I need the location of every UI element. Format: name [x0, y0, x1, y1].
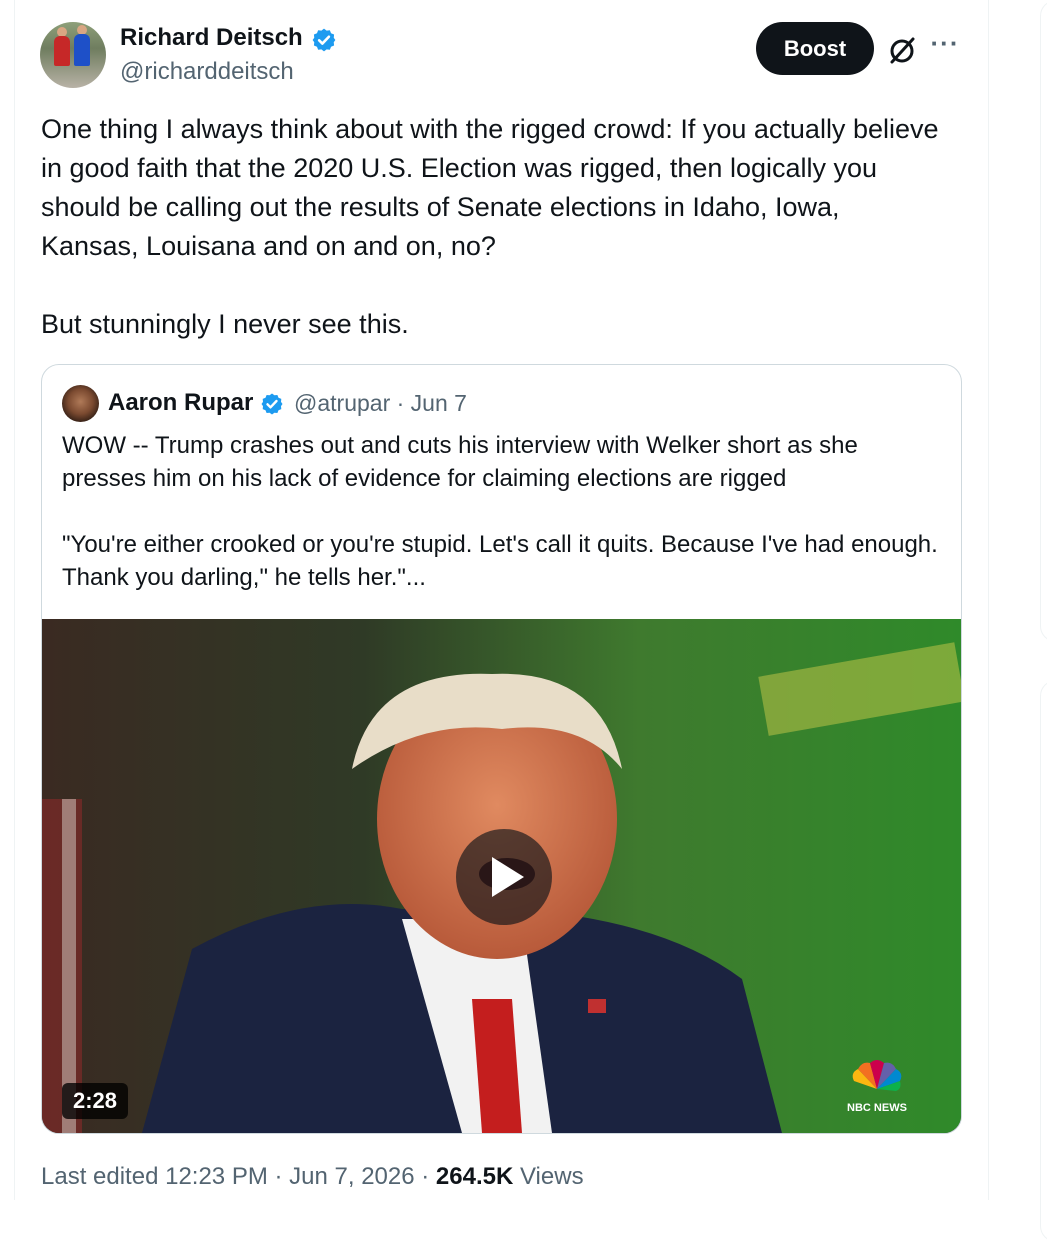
quoted-tweet-text: WOW -- Trump crashes out and cuts his in… [62, 432, 938, 591]
verified-badge-icon [261, 393, 283, 415]
more-icon[interactable]: ··· [930, 30, 960, 62]
video-player[interactable]: 2:28 NBC NEWS [42, 619, 961, 1133]
sidebar-card [1040, 0, 1047, 642]
quoted-tweet[interactable]: Aaron Rupar @atrupar · Jun 7 WOW -- Trum… [41, 364, 962, 1134]
author-avatar[interactable] [40, 22, 106, 88]
edited-timestamp[interactable]: Last edited 12:23 PM · Jun 7, 2026 · [41, 1163, 436, 1190]
views-label: Views [513, 1163, 584, 1190]
sidebar-card [1040, 680, 1047, 1242]
boost-button[interactable]: Boost [756, 22, 874, 75]
views-count: 264.5K [435, 1163, 514, 1190]
tweet-text: One thing I always think about with the … [41, 114, 939, 339]
author-name[interactable]: Richard Deitsch [120, 22, 303, 54]
play-icon [492, 857, 524, 897]
grok-icon[interactable] [886, 34, 918, 66]
quoted-handle-date[interactable]: @atrupar · Jun 7 [294, 387, 467, 419]
nbc-news-watermark: NBC NEWS [847, 1102, 907, 1114]
play-button[interactable] [456, 829, 552, 925]
video-duration: 2:28 [62, 1083, 129, 1119]
quoted-author-avatar[interactable] [62, 385, 99, 422]
author-handle[interactable]: @richarddeitsch [120, 56, 294, 88]
tweet-meta: Last edited 12:23 PM · Jun 7, 2026 · 264… [41, 1160, 584, 1194]
verified-badge-icon [312, 28, 336, 52]
column-border-right [988, 0, 989, 1200]
column-border-left [14, 0, 15, 1200]
nbc-news-logo: NBC NEWS [842, 1051, 912, 1121]
quoted-author-name[interactable]: Aaron Rupar [108, 387, 253, 419]
